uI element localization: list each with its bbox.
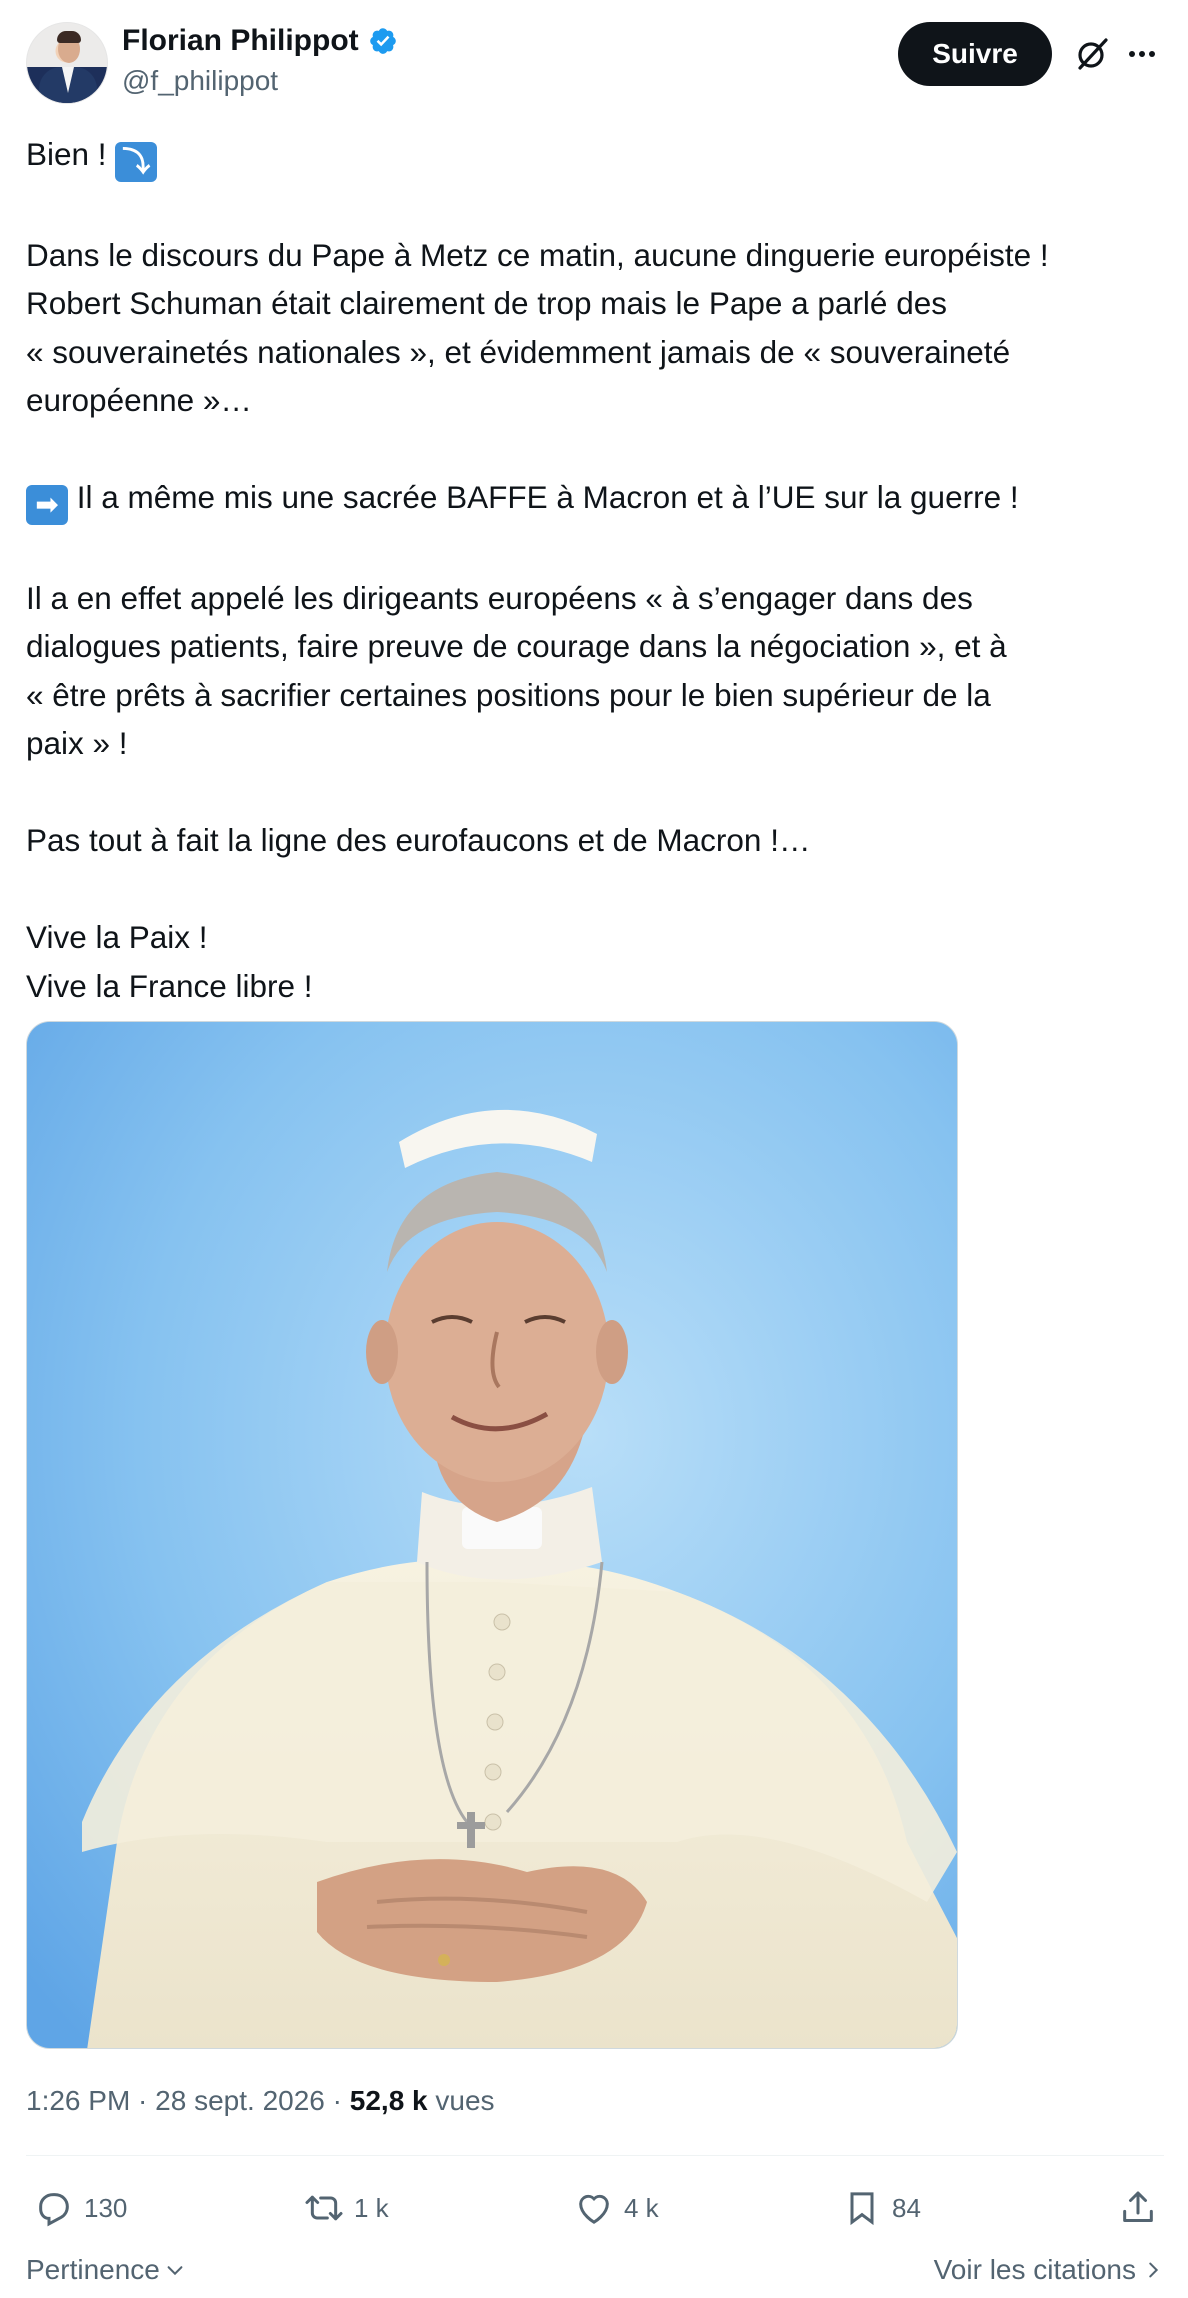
tweet-paragraph-2-line: Dans le discours du Pape à Metz ce matin… (26, 236, 1049, 273)
view-quotes-link[interactable]: Voir les citations (934, 2250, 1164, 2290)
tweet-line-1-text: Bien ! (26, 136, 116, 172)
bookmark-button[interactable]: 84 (842, 2180, 921, 2236)
views-count: 52,8 k (349, 2085, 428, 2116)
tweet-date[interactable]: 28 sept. 2026 (155, 2085, 325, 2116)
arrow-down-right-emoji-icon: ⤵ (115, 142, 158, 182)
like-button[interactable]: 4 k (574, 2180, 659, 2236)
chevron-down-icon (167, 2266, 183, 2276)
tweet-paragraph-3: ➡ Il a même mis une sacrée BAFFE à Macro… (26, 473, 1166, 525)
tweet-paragraph-3-text: Il a même mis une sacrée BAFFE à Macron … (68, 479, 1019, 515)
tweet-paragraph-6-line: Vive la Paix ! (26, 919, 208, 955)
tweet-paragraph-5: Pas tout à fait la ligne des eurofaucons… (26, 822, 811, 858)
author-name[interactable]: Florian Philippot (122, 24, 359, 58)
tweet-meta: 1:26 PM · 28 sept. 2026 · 52,8 k vues (26, 2084, 495, 2118)
author-avatar[interactable] (26, 22, 108, 104)
reply-count: 130 (84, 2192, 128, 2223)
tweet-paragraph-2-line: « souverainetés nationales », et évidemm… (26, 333, 1011, 370)
replies-footer: Pertinence Voir les citations (26, 2250, 1164, 2294)
views-label: vues (427, 2085, 495, 2116)
view-quotes-label: Voir les citations (933, 2254, 1136, 2285)
tweet-paragraph-2-line: Robert Schuman était clairement de trop … (26, 285, 947, 321)
divider (26, 2155, 1164, 2156)
follow-button[interactable]: Suivre (898, 22, 1052, 86)
repost-count: 1 k (354, 2192, 389, 2223)
heart-icon (579, 2194, 609, 2224)
tweet-actions: 130 1 k 4 k 84 (26, 2180, 1164, 2236)
tweet-line-1: Bien ! ⤵ (26, 130, 1166, 182)
reply-icon (39, 2193, 69, 2227)
tweet-text: Bien ! ⤵ Dans le discours du Pape à Metz… (26, 130, 1166, 1010)
tweet-paragraph-4-line: « être prêts à sacrifier certaines posit… (26, 676, 991, 713)
sort-label: Pertinence (26, 2254, 160, 2285)
tweet-photo[interactable] (26, 1021, 958, 2049)
tweet-paragraph-4-line: paix » ! (26, 725, 128, 761)
author-handle[interactable]: @f_philippot (122, 64, 278, 98)
meta-separator: · (130, 2085, 156, 2116)
reply-button[interactable]: 130 (34, 2180, 127, 2236)
chevron-right-icon (1149, 2262, 1159, 2278)
meta-separator: · (324, 2085, 350, 2116)
share-button[interactable] (1118, 2180, 1158, 2236)
tweet-paragraph-2-line: européenne »… (26, 382, 252, 418)
tweet-header: Florian Philippot @f_philippot Suivre (26, 20, 1164, 104)
tweet-paragraph-4-line: Il a en effet appelé les dirigeants euro… (26, 579, 973, 616)
tweet-time[interactable]: 1:26 PM (26, 2085, 130, 2116)
repost-button[interactable]: 1 k (304, 2180, 389, 2236)
grok-icon[interactable] (1072, 34, 1112, 74)
repost-icon (305, 2195, 343, 2221)
tweet-paragraph-6-line: Vive la France libre ! (26, 967, 313, 1004)
pope-portrait-illustration (27, 1022, 957, 2048)
share-icon (1123, 2191, 1153, 2222)
like-count: 4 k (624, 2192, 659, 2223)
bookmark-icon (850, 2192, 874, 2226)
tweet-paragraph-4-line: dialogues patients, faire preuve de cour… (26, 628, 1007, 664)
arrow-right-emoji-icon: ➡ (26, 485, 68, 525)
more-icon[interactable] (1122, 34, 1162, 74)
bookmark-count: 84 (892, 2192, 921, 2223)
verified-badge-icon (370, 28, 396, 54)
sort-dropdown[interactable]: Pertinence (26, 2250, 186, 2290)
